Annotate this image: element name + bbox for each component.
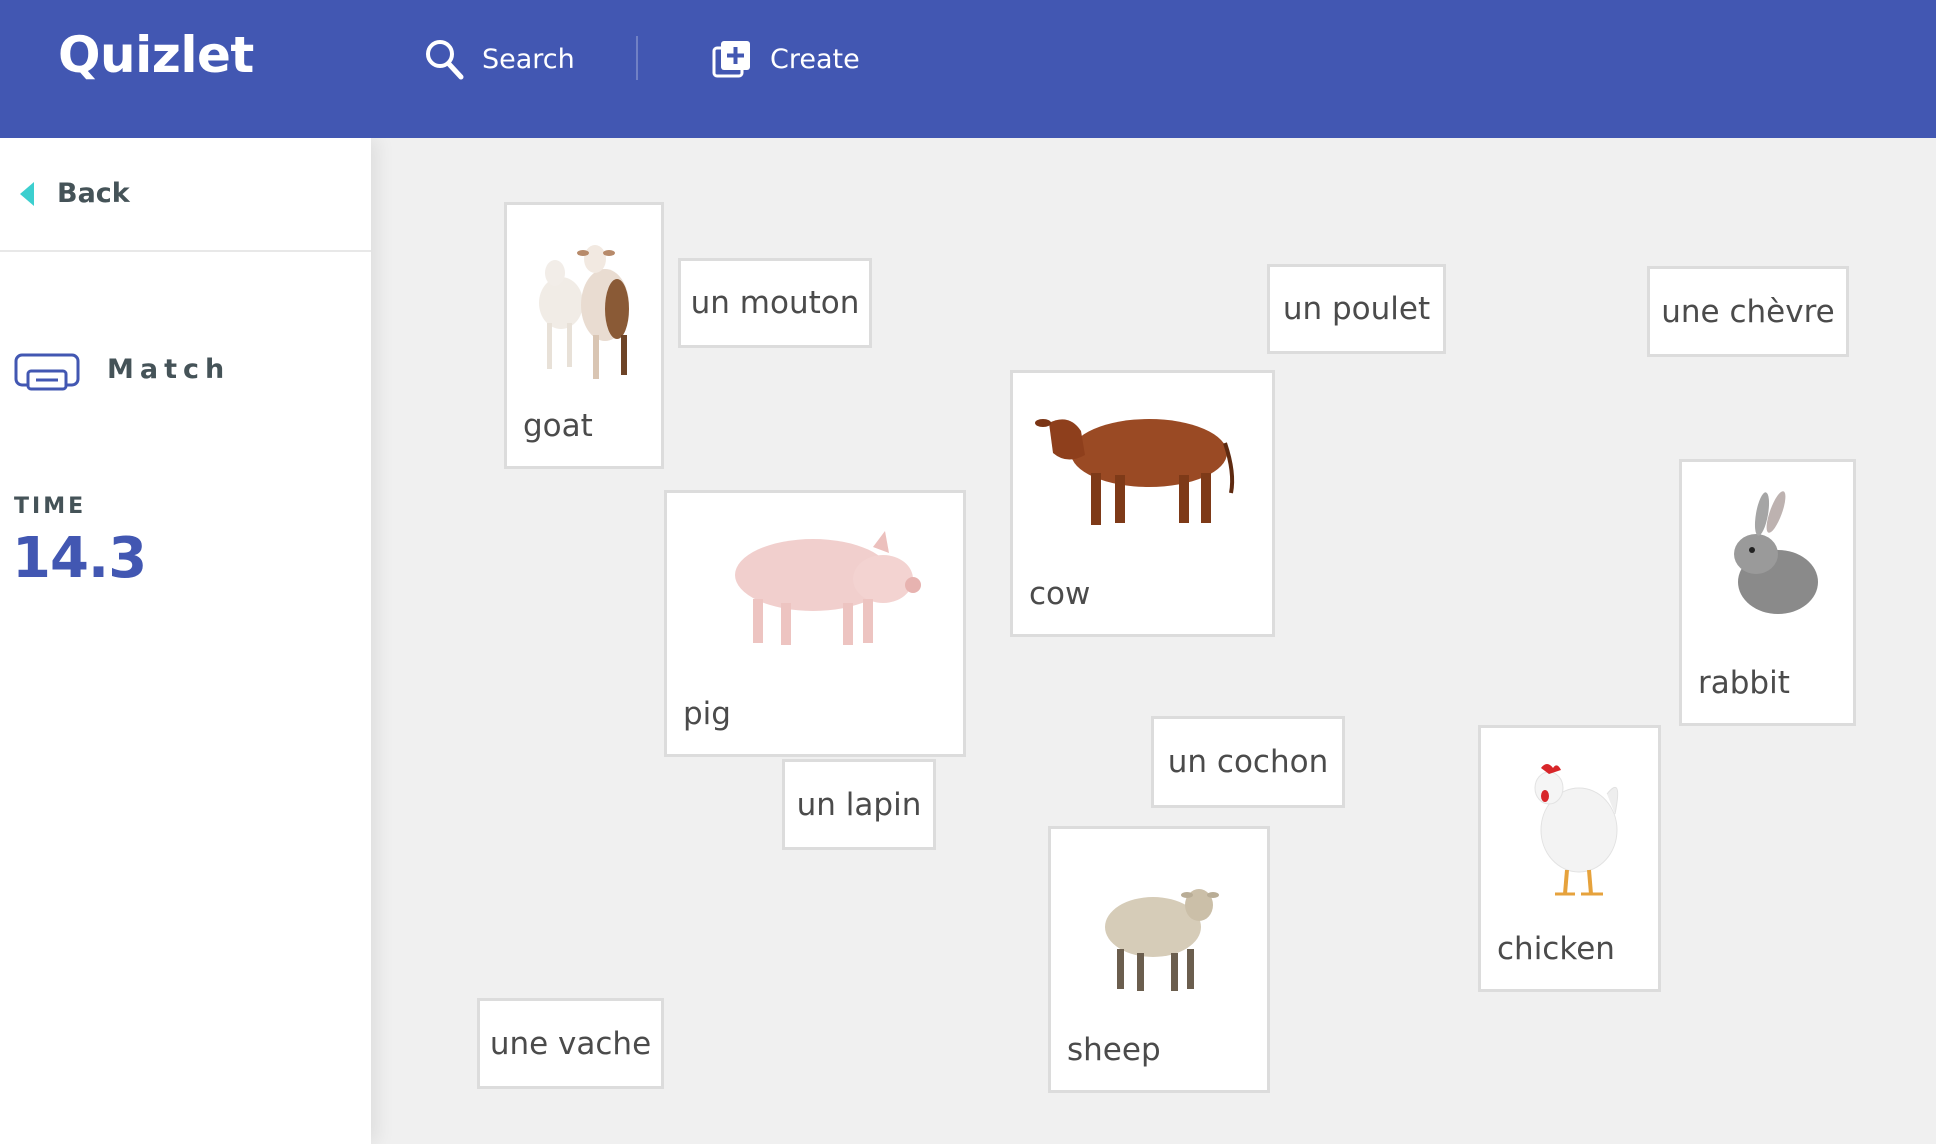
- tile-un-cochon[interactable]: un cochon: [1151, 716, 1345, 808]
- tile-un-lapin[interactable]: un lapin: [782, 759, 936, 850]
- back-button[interactable]: Back: [0, 138, 371, 252]
- match-sidebar: Back Match TIME 14.3: [0, 138, 371, 1144]
- top-nav-bar: Quizlet Search Create: [0, 0, 1936, 138]
- tile-rabbit[interactable]: rabbit: [1679, 459, 1856, 726]
- sheep-image: [1105, 889, 1219, 991]
- tile-chicken[interactable]: chicken: [1478, 725, 1661, 992]
- match-mode-icon: [14, 353, 80, 391]
- search-button[interactable]: Search: [424, 34, 575, 84]
- term-label: goat: [523, 408, 593, 444]
- match-board: goat un mouton un poulet une chèvre cow: [371, 138, 1936, 1144]
- search-icon: [426, 40, 464, 80]
- cow-image: [1035, 419, 1235, 525]
- term-label: un poulet: [1282, 291, 1431, 327]
- time-label: TIME: [14, 494, 87, 519]
- nav-divider: [636, 36, 638, 80]
- tile-un-mouton[interactable]: un mouton: [678, 258, 872, 348]
- rabbit-image: [1734, 491, 1818, 614]
- term-label: une vache: [489, 1025, 652, 1062]
- tile-sheep[interactable]: sheep: [1048, 826, 1270, 1093]
- time-value: 14.3: [12, 526, 147, 591]
- term-label: un mouton: [690, 285, 860, 321]
- goat-image: [539, 245, 629, 379]
- chicken-image: [1534, 764, 1619, 896]
- tile-une-vache[interactable]: une vache: [477, 998, 664, 1089]
- tile-une-chevre[interactable]: une chèvre: [1647, 266, 1849, 357]
- quizlet-logo[interactable]: Quizlet: [58, 26, 254, 84]
- term-label: une chèvre: [1661, 293, 1835, 330]
- tile-cow[interactable]: cow: [1010, 370, 1275, 637]
- tile-pig[interactable]: pig: [664, 490, 966, 757]
- create-label: Create: [770, 43, 860, 75]
- create-set-icon: [712, 41, 750, 78]
- term-label: cow: [1029, 576, 1091, 612]
- term-label: chicken: [1497, 931, 1615, 967]
- chevron-left-icon: [20, 182, 34, 206]
- create-button[interactable]: Create: [712, 34, 860, 84]
- term-label: sheep: [1067, 1032, 1161, 1068]
- term-label: un lapin: [796, 786, 922, 823]
- tile-un-poulet[interactable]: un poulet: [1267, 264, 1446, 354]
- mode-title: Match: [107, 354, 231, 385]
- back-label: Back: [57, 178, 130, 209]
- term-label: pig: [683, 696, 731, 732]
- tile-goat[interactable]: goat: [504, 202, 664, 469]
- pig-image: [735, 531, 921, 645]
- search-label: Search: [482, 43, 575, 75]
- term-label: rabbit: [1698, 665, 1790, 701]
- term-label: un cochon: [1167, 744, 1329, 780]
